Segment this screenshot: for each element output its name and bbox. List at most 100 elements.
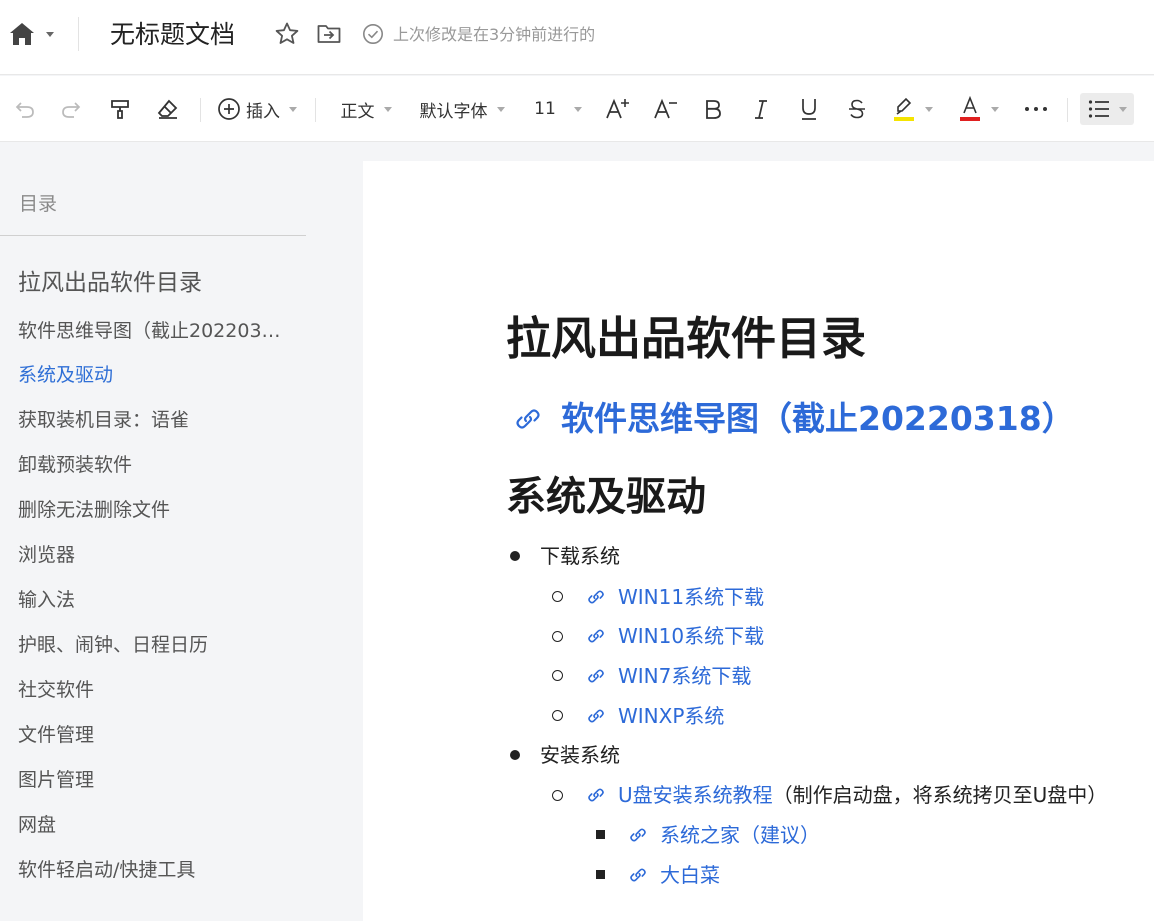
plus-circle-icon [218,98,240,120]
toc-item[interactable]: 拉风出品软件目录 [18,270,293,296]
undo-icon [15,102,34,118]
chevron-down-icon [496,106,505,112]
list-item: 安装系统 [540,741,620,769]
font-family-value: 默认字体 [419,101,488,122]
toc-item[interactable]: 图片管理 [18,767,293,793]
toc-item[interactable]: 获取装机目录：语雀 [18,407,293,433]
increase-font-size-button[interactable] [604,93,632,125]
home-menu-button[interactable] [8,20,58,48]
list-item-text: 下载系统 [540,544,620,568]
chevron-down-icon [383,106,392,112]
format-painter-icon [111,100,129,119]
font-size-value: 11 [534,99,556,119]
toc-item[interactable]: 网盘 [18,812,293,838]
font-family-select[interactable]: 默认字体 [414,93,510,125]
toc-item[interactable]: 删除无法删除文件 [18,497,293,523]
chevron-down-icon [573,106,582,112]
paragraph-style-value: 正文 [340,101,375,122]
list-item-note: （制作启动盘，将系统拷贝至U盘中） [772,783,1108,807]
chevron-down-icon [1118,106,1127,112]
bullet [596,830,605,839]
toc-item[interactable]: 护眼、闹钟、日程日历 [18,632,293,658]
clear-format-button[interactable] [154,93,182,125]
link-icon [630,868,646,882]
more-options-button[interactable] [1022,93,1050,125]
bold-icon [706,100,721,119]
list-style-button[interactable] [1080,93,1134,125]
toc-item[interactable]: 浏览器 [18,542,293,568]
list-item-link[interactable]: WIN10系统下载 [586,622,764,650]
bullet [510,750,520,760]
font-size-select[interactable]: 11 [531,93,585,125]
title-bar: 无标题文档 上次修改是在3分钟前进行的 [0,0,1154,75]
link-icon [588,788,604,802]
divider [1067,98,1068,122]
divider [315,98,316,122]
toc-heading: 目录 [19,193,58,215]
bullet [596,870,605,879]
bullet [552,790,563,801]
toc-item[interactable]: 文件管理 [18,722,293,748]
toc-item[interactable]: 软件思维导图（截止20220318） [18,318,286,344]
underline-icon [802,99,816,120]
divider [0,235,306,236]
list-item-link[interactable]: WIN11系统下载 [586,583,764,611]
list-item-link[interactable]: 大白菜 [628,861,720,889]
font-color-icon [960,96,980,121]
insert-menu-button[interactable]: 插入 [214,93,300,125]
toc-item[interactable]: 社交软件 [18,677,293,703]
section-heading: 系统及驱动 [506,474,706,520]
bullet [552,631,563,642]
redo-button[interactable] [58,93,84,125]
link-text: WIN10系统下载 [618,624,765,648]
decrease-font-size-button[interactable] [652,93,680,125]
chevron-down-icon [991,106,999,112]
paragraph-style-select[interactable]: 正文 [333,93,399,125]
chevron-down-icon [925,106,933,112]
toc-item[interactable]: 软件轻启动/快捷工具 [18,857,293,883]
link-icon [588,669,604,683]
move-to-folder-icon[interactable] [316,21,342,47]
link-icon [516,409,540,429]
italic-button[interactable] [748,93,774,125]
highlight-color-button[interactable] [892,93,938,125]
format-painter-button[interactable] [106,93,134,125]
toc-item-active[interactable]: 系统及驱动 [18,362,293,388]
link-icon [588,709,604,723]
strikethrough-icon [849,99,865,119]
bullet [552,670,563,681]
check-circle-icon [363,24,383,44]
star-icon[interactable] [274,21,300,47]
link-text: WIN7系统下载 [618,664,752,688]
strikethrough-button[interactable] [844,93,870,125]
italic-icon [755,100,767,119]
document-page[interactable]: 拉风出品软件目录 软件思维导图（截止20220318） 系统及驱动 下载系统 W… [363,161,1154,921]
list-item-link[interactable]: U盘安装系统教程 （制作启动盘，将系统拷贝至U盘中） [586,781,1107,809]
list-item-link[interactable]: 系统之家（建议） [628,821,820,849]
document-title[interactable]: 无标题文档 [110,18,235,52]
link-text: WINXP系统 [618,704,725,728]
font-decrease-icon [654,98,677,119]
link-text: U盘安装系统教程 [618,783,773,807]
more-horizontal-icon [1025,107,1047,111]
bulleted-list-icon [1088,100,1109,118]
mindmap-link[interactable]: 软件思维导图（截止20220318） [513,394,1075,444]
home-icon [10,23,34,45]
undo-button[interactable] [12,93,38,125]
bold-button[interactable] [700,93,726,125]
link-text: 系统之家（建议） [660,823,820,847]
bullet [552,710,563,721]
toc-item[interactable]: 输入法 [18,587,293,613]
table-of-contents: 目录 拉风出品软件目录 软件思维导图（截止20220318） 系统及驱动 获取装… [0,143,362,906]
link-text: 大白菜 [660,863,720,887]
save-status: 上次修改是在3分钟前进行的 [393,25,596,44]
bullet [510,551,520,561]
list-item-link[interactable]: WIN7系统下载 [586,662,751,690]
link-text: WIN11系统下载 [618,585,765,609]
document-heading: 拉风出品软件目录 [506,312,867,365]
list-item: 下载系统 [540,542,620,570]
list-item-link[interactable]: WINXP系统 [586,702,724,730]
toc-item[interactable]: 卸载预装软件 [18,452,293,478]
underline-button[interactable] [796,93,822,125]
font-color-button[interactable] [958,93,1004,125]
